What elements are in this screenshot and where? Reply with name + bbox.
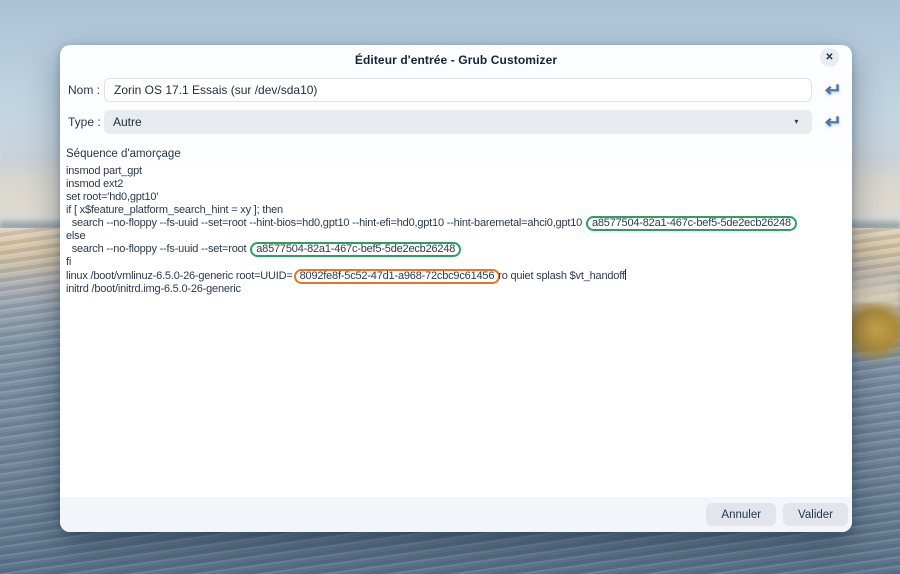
boot-sequence-editor[interactable]: insmod part_gptinsmod ext2set root='hd0,… xyxy=(63,162,849,497)
boot-line: initrd /boot/initrd.img-6.5.0-26-generic xyxy=(66,283,849,296)
boot-text: if [ x$feature_platform_search_hint = xy… xyxy=(66,204,283,216)
type-label: Type : xyxy=(68,115,104,129)
boot-text: linux /boot/vmlinuz-6.5.0-26-generic roo… xyxy=(66,270,293,282)
boot-text: search --no-floppy --fs-uuid --set=root xyxy=(66,243,249,255)
uuid-highlight-orange: 8092fe8f-5c52-47d1-a968-72cbc9c61456 xyxy=(294,269,501,284)
type-dropdown[interactable]: Autre ▾ xyxy=(104,110,812,134)
boot-line: set root='hd0,gpt10' xyxy=(66,191,849,204)
entry-editor-dialog: Éditeur d'entrée - Grub Customizer ✕ Nom… xyxy=(60,45,852,532)
boot-text: initrd /boot/initrd.img-6.5.0-26-generic xyxy=(66,283,241,295)
dialog-footer: Annuler Valider xyxy=(60,497,852,532)
uuid-highlight-green: a8577504-82a1-467c-bef5-5de2ecb26248 xyxy=(250,242,461,257)
boot-line: else xyxy=(66,230,849,243)
type-apply-button[interactable]: ↵ xyxy=(822,111,844,133)
chevron-down-icon: ▾ xyxy=(794,118,798,126)
boot-line: search --no-floppy --fs-uuid --set=root … xyxy=(66,217,849,230)
boot-text: insmod part_gpt xyxy=(66,165,142,177)
name-input[interactable] xyxy=(104,78,812,102)
boot-text: insmod ext2 xyxy=(66,178,123,190)
uuid-highlight-green: a8577504-82a1-467c-bef5-5de2ecb26248 xyxy=(586,216,797,231)
name-label: Nom : xyxy=(68,83,104,97)
boot-text: fi xyxy=(66,256,71,268)
boot-line: insmod ext2 xyxy=(66,178,849,191)
cancel-button[interactable]: Annuler xyxy=(706,503,776,526)
type-row: Type : Autre ▾ ↵ xyxy=(68,110,844,134)
boot-line: search --no-floppy --fs-uuid --set=root … xyxy=(66,243,849,256)
boot-line: insmod part_gpt xyxy=(66,165,849,178)
type-selected-value: Autre xyxy=(113,115,142,129)
close-button[interactable]: ✕ xyxy=(820,48,839,67)
name-row: Nom : ↵ xyxy=(68,78,844,102)
return-arrow-icon: ↵ xyxy=(825,80,842,101)
confirm-button[interactable]: Valider xyxy=(783,503,848,526)
boot-text: else xyxy=(66,230,85,242)
boot-text: ro quiet splash $vt_handoff xyxy=(498,270,625,282)
boot-line: fi xyxy=(66,256,849,269)
return-arrow-icon: ↵ xyxy=(825,112,842,133)
name-apply-button[interactable]: ↵ xyxy=(822,79,844,101)
desktop-background: Éditeur d'entrée - Grub Customizer ✕ Nom… xyxy=(0,0,900,574)
boot-text: search --no-floppy --fs-uuid --set=root … xyxy=(66,217,585,229)
title-bar: Éditeur d'entrée - Grub Customizer ✕ xyxy=(60,45,852,73)
text-cursor xyxy=(625,269,626,280)
boot-line: linux /boot/vmlinuz-6.5.0-26-generic roo… xyxy=(66,269,849,283)
boot-text: set root='hd0,gpt10' xyxy=(66,191,158,203)
dialog-title: Éditeur d'entrée - Grub Customizer xyxy=(60,45,852,67)
boot-sequence-label: Séquence d'amorçage xyxy=(66,148,181,160)
close-icon: ✕ xyxy=(825,52,833,63)
